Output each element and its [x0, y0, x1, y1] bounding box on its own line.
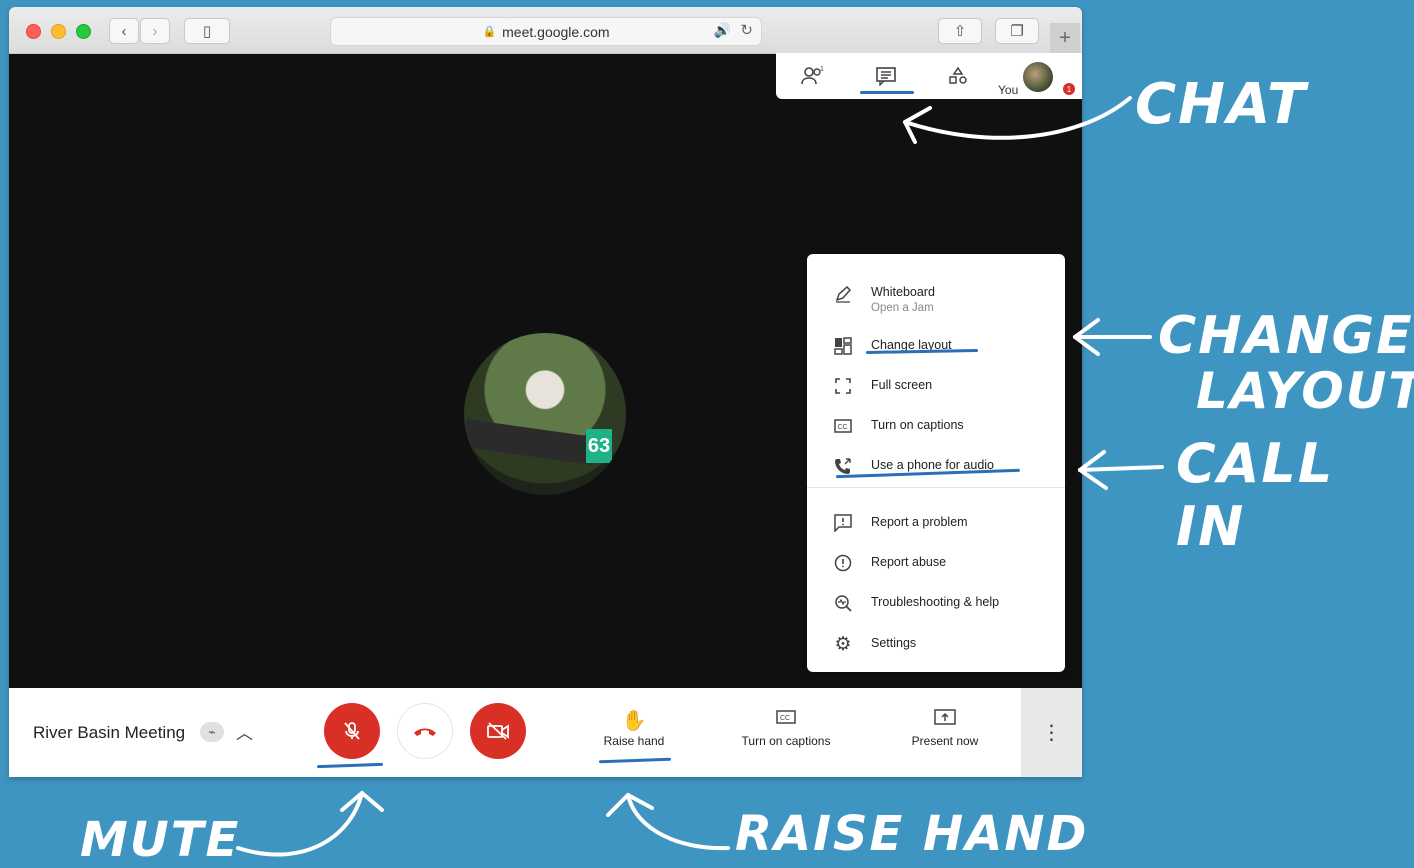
settings-icon: ⚙	[834, 633, 852, 655]
phone-icon	[833, 456, 853, 476]
avatar[interactable]	[1023, 62, 1053, 92]
hang-up-icon	[414, 728, 436, 736]
menu-item-report-abuse[interactable]: Report abuse	[807, 545, 1065, 581]
captions-icon: CC	[833, 416, 853, 436]
call-in-arrow	[1078, 465, 1164, 472]
sidebar-icon: ▯	[202, 23, 212, 40]
chevron-up-icon[interactable]: ︿	[236, 719, 253, 744]
annotation-call-in: CALL IN	[1176, 432, 1335, 558]
menu-item-captions[interactable]: CC Turn on captions	[807, 408, 1065, 444]
close-window-icon[interactable]	[26, 24, 41, 39]
bib-number: 63	[586, 429, 612, 463]
annotation-raise-hand: RAISE HAND	[735, 806, 1089, 862]
lock-icon: 🔒	[482, 26, 497, 38]
forward-button[interactable]: ›	[140, 18, 170, 44]
meet-top-panel: 1 You 1	[776, 53, 1082, 99]
svg-text:1: 1	[820, 66, 824, 73]
menu-item-full-screen[interactable]: Full screen	[807, 368, 1065, 404]
hand-icon: ✋	[621, 710, 647, 732]
annotation-change: CHANGE	[1158, 306, 1414, 366]
captions-button[interactable]: CC Turn on captions	[729, 708, 843, 748]
captions-icon: CC	[729, 708, 843, 734]
annotation-mute: MUTE	[80, 812, 241, 868]
menu-item-change-layout[interactable]: Change layout	[807, 328, 1065, 364]
svg-text:CC: CC	[838, 424, 848, 431]
raise-hand-button[interactable]: ✋ Raise hand	[598, 708, 670, 748]
menu-item-phone-audio[interactable]: Use a phone for audio	[807, 448, 1065, 484]
participant-avatar: 63	[464, 333, 626, 495]
speaker-icon[interactable]: 🔊	[714, 22, 731, 39]
present-icon	[901, 708, 989, 734]
browser-window: ‹ › ▯ 🔒 meet.google.com 🔊 ↻ ⇧ ❐ + 1 You	[9, 7, 1082, 777]
tabs-icon: ❐	[1010, 23, 1024, 40]
annotation-chat: CHAT	[1135, 72, 1308, 137]
layout-icon	[833, 336, 853, 356]
chat-icon[interactable]	[873, 65, 899, 87]
url-text: meet.google.com	[502, 23, 610, 40]
mic-off-icon	[344, 722, 360, 740]
menu-divider	[807, 487, 1065, 488]
mute-button[interactable]	[324, 703, 380, 759]
more-vert-icon: ⋮	[1041, 722, 1062, 744]
report-problem-icon	[833, 513, 853, 533]
pencil-icon	[833, 284, 853, 304]
people-icon[interactable]: 1	[800, 65, 826, 87]
camera-off-icon	[487, 722, 509, 740]
svg-text:CC: CC	[780, 715, 790, 722]
menu-item-whiteboard[interactable]: Whiteboard Open a Jam	[807, 276, 1065, 320]
menu-item-settings[interactable]: ⚙ Settings	[807, 626, 1065, 662]
leave-call-button[interactable]	[397, 703, 453, 759]
more-options-button[interactable]: ⋮	[1021, 688, 1082, 777]
minimize-window-icon[interactable]	[51, 24, 66, 39]
you-label: You	[998, 83, 1019, 97]
address-bar[interactable]: 🔒 meet.google.com 🔊 ↻	[330, 17, 762, 46]
troubleshoot-icon	[833, 593, 853, 613]
mute-arrow	[236, 791, 364, 857]
meeting-title[interactable]: River Basin Meeting	[33, 723, 185, 743]
more-options-menu: Whiteboard Open a Jam Change layout Full…	[807, 254, 1065, 672]
notification-badge: 1	[1063, 83, 1075, 95]
raise-hand-arrow	[626, 793, 730, 851]
attachment-icon[interactable]: ⌁	[200, 722, 224, 742]
share-icon: ⇧	[953, 23, 967, 40]
sidebar-toggle-button[interactable]: ▯	[184, 18, 230, 44]
canoe-shape	[464, 419, 596, 465]
camera-off-button[interactable]	[470, 703, 526, 759]
chat-active-underline	[860, 91, 914, 94]
menu-item-troubleshooting[interactable]: Troubleshooting & help	[807, 585, 1065, 621]
activities-icon[interactable]	[945, 65, 971, 87]
present-now-button[interactable]: Present now	[901, 708, 989, 748]
meet-bottom-bar: River Basin Meeting ⌁ ︿ ✋ Raise hand CC …	[9, 688, 1082, 777]
tabs-overview-button[interactable]: ❐	[995, 18, 1039, 44]
reload-icon[interactable]: ↻	[740, 21, 753, 39]
report-abuse-icon	[833, 553, 853, 573]
fullscreen-icon	[833, 376, 853, 396]
annotation-layout: LAYOUT	[1196, 362, 1414, 420]
share-button[interactable]: ⇧	[938, 18, 982, 44]
new-tab-button[interactable]: +	[1050, 23, 1080, 53]
browser-titlebar: ‹ › ▯ 🔒 meet.google.com 🔊 ↻ ⇧ ❐	[9, 7, 1082, 54]
back-button[interactable]: ‹	[109, 18, 139, 44]
maximize-window-icon[interactable]	[76, 24, 91, 39]
menu-item-report-problem[interactable]: Report a problem	[807, 505, 1065, 541]
